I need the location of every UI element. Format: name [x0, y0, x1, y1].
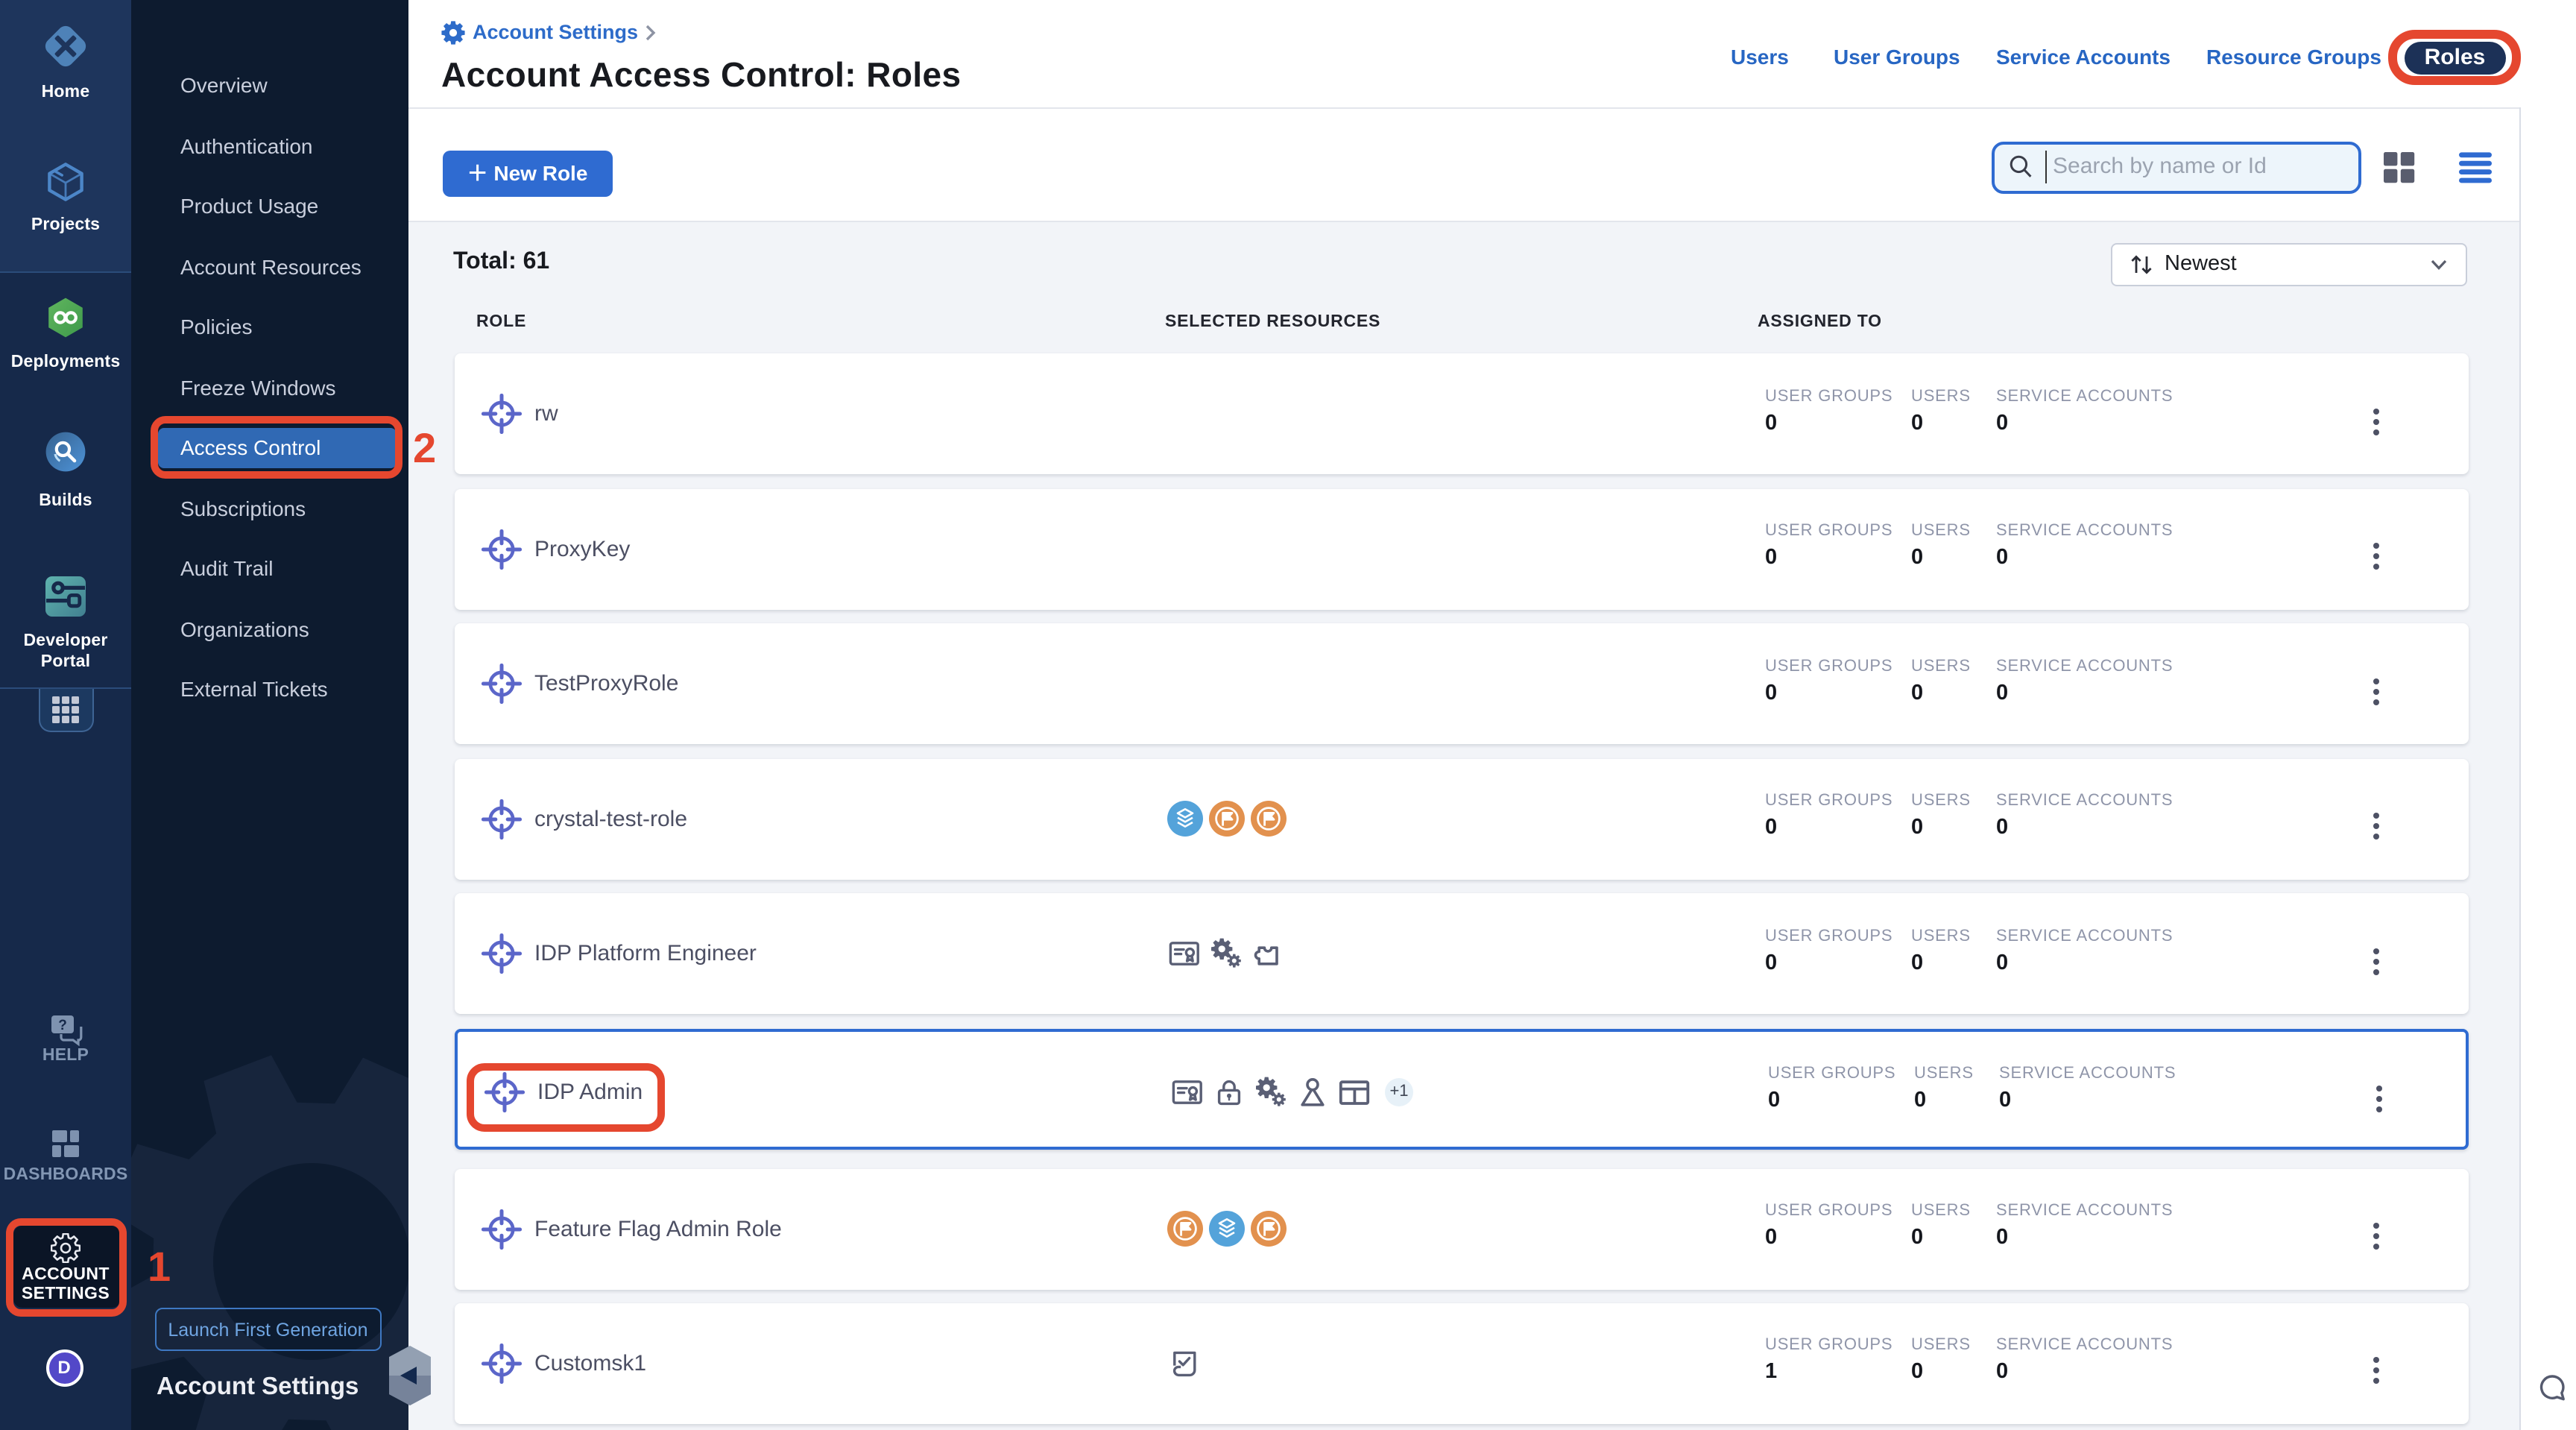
- svg-text:?: ?: [58, 1018, 67, 1033]
